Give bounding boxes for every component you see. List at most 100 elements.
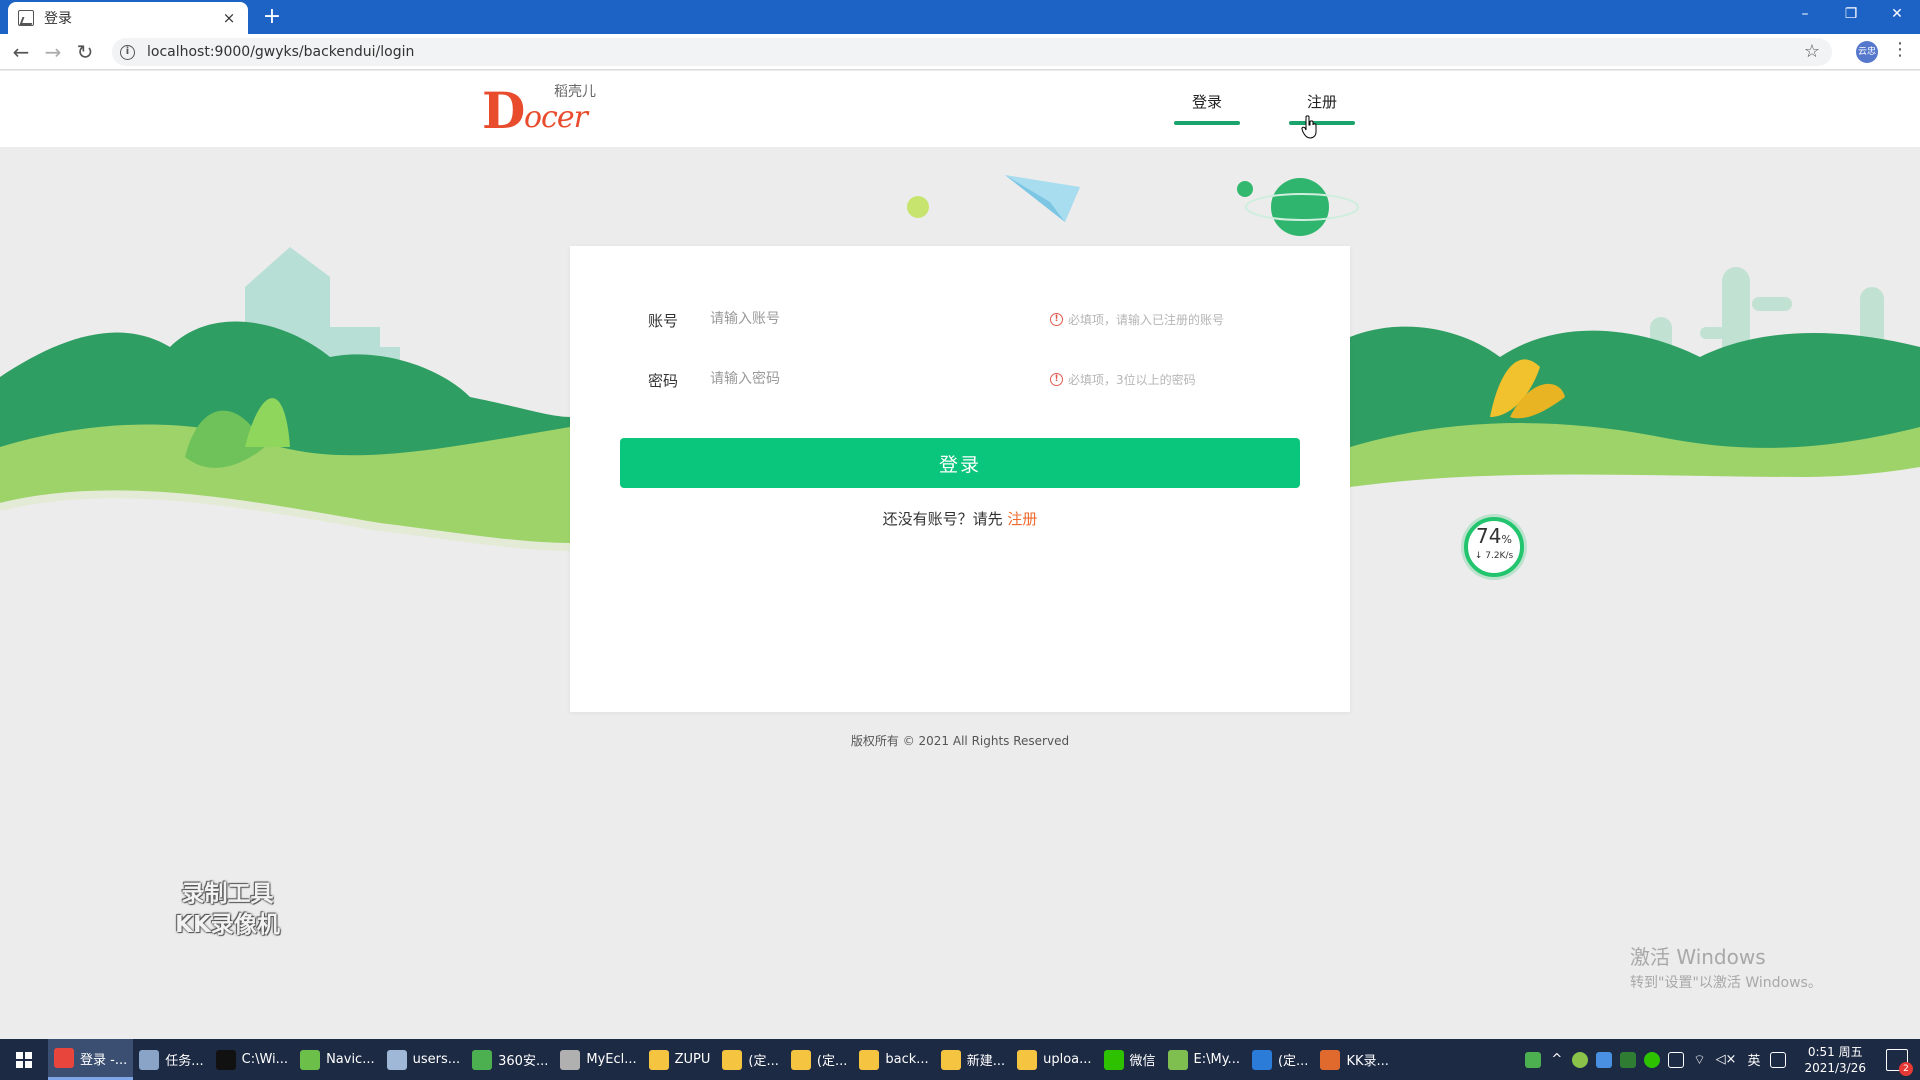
windows-logo-icon [16, 1051, 32, 1068]
taskbar-item[interactable]: (定... [1246, 1039, 1314, 1080]
tray-nvidia-icon[interactable] [1620, 1051, 1637, 1068]
reload-icon[interactable]: ↻ [72, 39, 98, 65]
taskbar-item-label: MyEcl... [586, 1052, 637, 1067]
taskbar-item-label: (定... [1277, 1054, 1309, 1069]
site-info-icon[interactable]: i [120, 44, 135, 60]
register-prompt: 还没有账号？请先 注册 [570, 508, 1350, 529]
taskbar-item[interactable]: 任务... [133, 1039, 209, 1080]
register-prompt-text: 还没有账号？请先 [882, 510, 1008, 528]
new-tab-button[interactable]: + [260, 5, 284, 29]
tray-device-icon[interactable] [1668, 1051, 1685, 1068]
taskbar-item[interactable]: 新建... [935, 1039, 1011, 1080]
folder-icon [648, 1049, 669, 1070]
account-hint-text: 必填项，请输入已注册的账号 [1068, 313, 1225, 327]
taskbar-item[interactable]: KK录... [1314, 1039, 1394, 1080]
back-arrow-icon[interactable]: ← [8, 39, 34, 65]
password-hint-text: 必填项，3位以上的密码 [1068, 373, 1196, 387]
start-button[interactable] [0, 1039, 48, 1080]
shield-360-icon [472, 1049, 493, 1070]
browser-toolbar: ← → ↻ i localhost:9000/gwyks/backendui/l… [0, 34, 1920, 70]
login-button[interactable]: 登录 [620, 438, 1300, 488]
vscode-icon [1251, 1049, 1272, 1070]
speed-percent-value: 74 [1476, 524, 1502, 548]
taskbar-item-label: ZUPU [674, 1052, 711, 1067]
taskbar-item[interactable]: users... [381, 1039, 467, 1080]
tab-close-icon[interactable]: × [220, 9, 238, 27]
taskbar-item-label: uploa... [1043, 1052, 1092, 1067]
taskbar-item-label: 360安... [498, 1054, 549, 1069]
hand-cursor-icon [1301, 115, 1317, 139]
address-bar[interactable]: i localhost:9000/gwyks/backendui/login ☆ [112, 38, 1832, 66]
taskbar-item[interactable]: 登录 -... [48, 1039, 134, 1080]
taskbar-item-label: E:\My... [1193, 1052, 1240, 1067]
taskbar-item[interactable]: C:\Wi... [210, 1039, 294, 1080]
folder-icon [940, 1049, 961, 1070]
nav-active-underline [1174, 121, 1240, 125]
taskbar-item[interactable]: MyEcl... [554, 1039, 642, 1080]
nav-login[interactable]: 登录 [1174, 91, 1240, 125]
password-row: 密码 ! 必填项，3位以上的密码 [570, 361, 1350, 397]
close-window-button[interactable]: ✕ [1874, 0, 1920, 30]
nav-register-label: 注册 [1306, 93, 1337, 111]
taskbar-item-label: 新建... [966, 1054, 1006, 1069]
taskbar-item[interactable]: back... [853, 1039, 934, 1080]
taskbar-item[interactable]: E:\My... [1162, 1039, 1246, 1080]
nav-hover-underline [1289, 121, 1355, 125]
password-hint: ! 必填项，3位以上的密码 [1050, 371, 1196, 388]
tab-title: 登录 [44, 11, 72, 27]
taskbar-item[interactable]: 360安... [466, 1039, 554, 1080]
browser-tab[interactable]: 登录 × [8, 2, 248, 34]
minimize-button[interactable]: – [1782, 0, 1828, 30]
table-icon [386, 1049, 407, 1070]
battery-icon[interactable] [1525, 1051, 1542, 1068]
ime-grid-icon[interactable] [1770, 1051, 1787, 1068]
taskbar-item[interactable]: ZUPU [643, 1039, 717, 1080]
forward-arrow-icon[interactable]: → [40, 39, 66, 65]
bookmark-star-icon[interactable]: ☆ [1804, 41, 1820, 62]
logo-d: D [482, 81, 526, 140]
page-favicon-icon [18, 10, 34, 26]
login-card: 账号 ! 必填项，请输入已注册的账号 密码 ! 必填项，3位以上的密码 登录 还… [570, 246, 1350, 712]
account-row: 账号 ! 必填项，请输入已注册的账号 [570, 301, 1350, 337]
site-header: D ocer 稻壳儿 登录 注册 [0, 71, 1920, 147]
nav-register[interactable]: 注册 [1289, 91, 1355, 125]
taskbar-apps: 登录 -... 任务... C:\Wi... Navic... users... 360安… [48, 1039, 1395, 1080]
speed-rate: ↓ 7.2K/s [1474, 551, 1514, 561]
tray-shield-icon[interactable] [1596, 1051, 1613, 1068]
browser-menu-icon[interactable]: ⋮ [1890, 39, 1910, 60]
taskbar-item[interactable]: (定... [716, 1039, 784, 1080]
warning-icon: ! [1050, 373, 1063, 386]
notification-center-icon[interactable]: 2 [1886, 1048, 1913, 1076]
system-clock[interactable]: 0:51 周五 2021/3/26 [1804, 1044, 1866, 1076]
taskbar-item-label: 登录 -... [80, 1052, 128, 1068]
tray-360-icon[interactable] [1572, 1051, 1589, 1068]
browser-titlebar: 登录 × + – ❐ ✕ [0, 0, 1920, 34]
register-link[interactable]: 注册 [1007, 510, 1037, 528]
wechat-icon [1103, 1049, 1124, 1070]
tray-expand-icon[interactable]: ^ [1551, 1052, 1562, 1067]
account-input[interactable] [710, 303, 1010, 335]
tray-wechat-icon[interactable] [1644, 1051, 1661, 1068]
restore-button[interactable]: ❐ [1828, 0, 1874, 30]
copyright-footer: 版权所有 © 2021 All Rights Reserved [850, 734, 1070, 748]
password-input[interactable] [710, 363, 1010, 395]
myeclipse-icon [560, 1049, 581, 1070]
taskbar-item[interactable]: (定... [785, 1039, 853, 1080]
taskbar-item-label: 微信 [1129, 1054, 1156, 1069]
clock-date: 2021/3/26 [1804, 1060, 1866, 1075]
watermark-line-2: KK录像机 [175, 912, 280, 938]
folder-icon [790, 1049, 811, 1070]
input-language[interactable]: 英 [1747, 1050, 1760, 1069]
notification-badge: 2 [1899, 1061, 1913, 1076]
docer-logo[interactable]: D ocer 稻壳儿 [480, 83, 610, 139]
volume-icon[interactable]: ◁× [1716, 1052, 1737, 1067]
network-speed-widget[interactable]: 74% ↓ 7.2K/s [1464, 517, 1524, 577]
taskbar-item[interactable]: uploa... [1011, 1039, 1097, 1080]
speed-percent-unit: % [1501, 533, 1512, 546]
wifi-icon[interactable]: ⌔ [1693, 1052, 1705, 1068]
taskbar-item[interactable]: 微信 [1098, 1039, 1162, 1080]
taskbar-item[interactable]: Navic... [294, 1039, 381, 1080]
profile-avatar[interactable]: 云忠 [1856, 41, 1878, 63]
taskbar-item-label: KK录... [1346, 1054, 1389, 1069]
recorder-watermark: 录制工具 KK录像机 [160, 879, 295, 941]
